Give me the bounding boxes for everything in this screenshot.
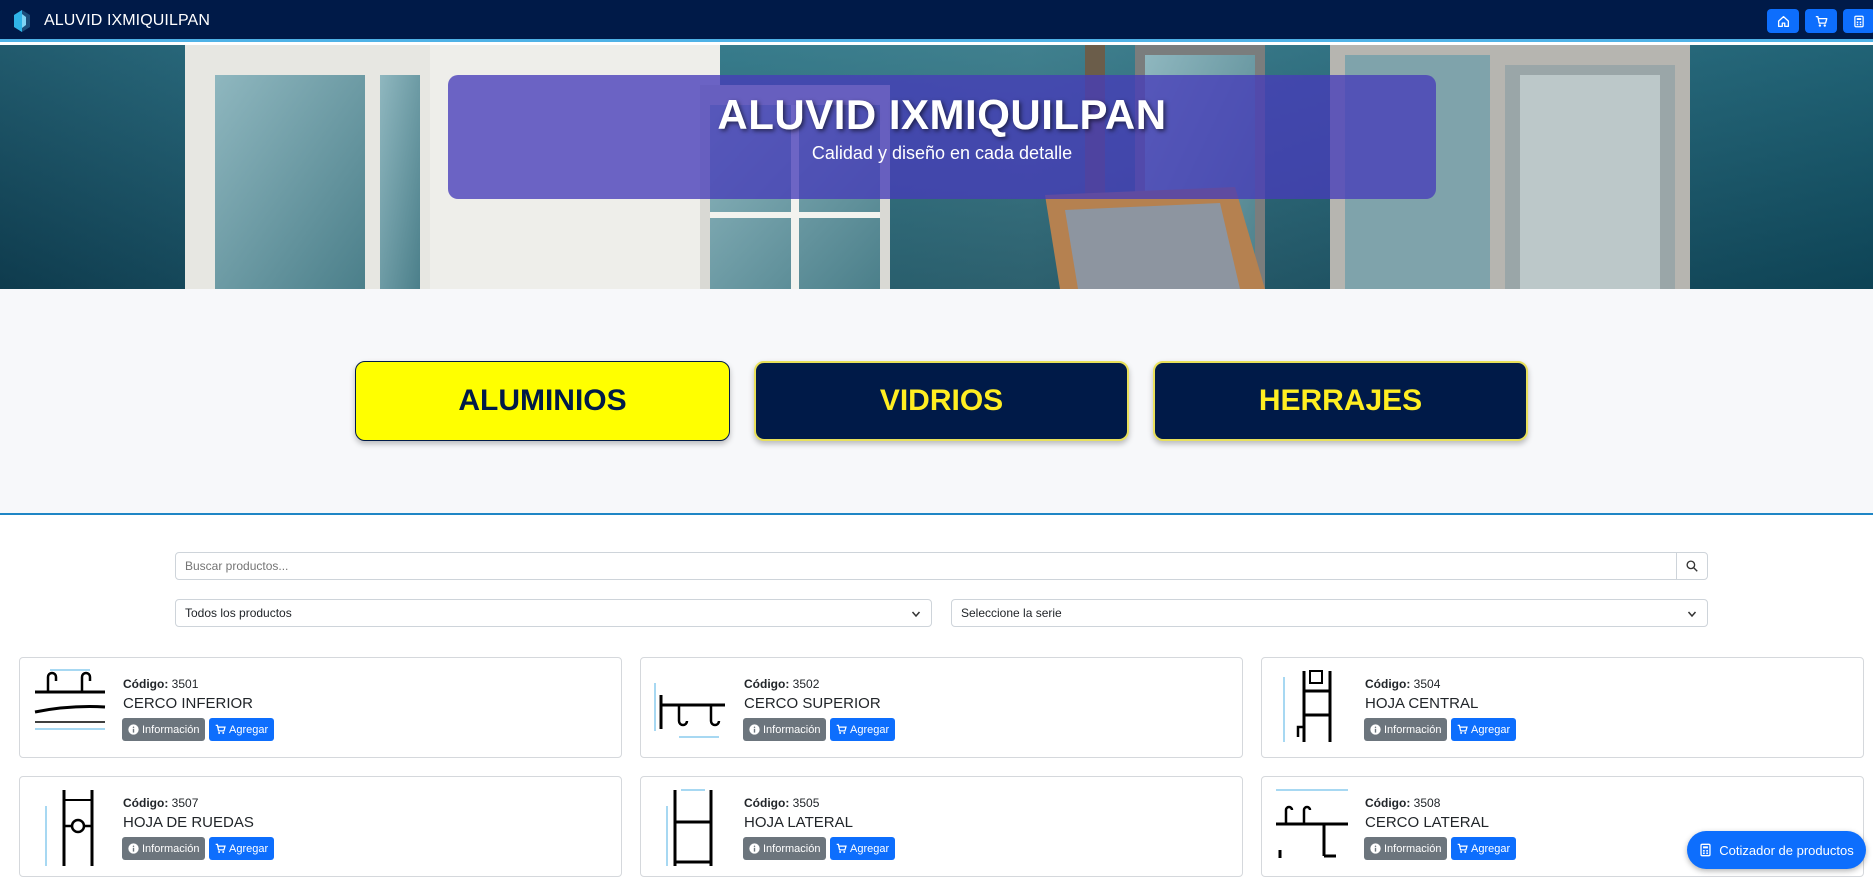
product-name: HOJA LATERAL bbox=[744, 814, 853, 831]
info-button[interactable]: Información bbox=[743, 837, 827, 860]
home-button[interactable] bbox=[1767, 9, 1799, 33]
info-icon bbox=[128, 843, 139, 854]
product-name: HOJA CENTRAL bbox=[1365, 695, 1479, 712]
product-code: Código: 3505 bbox=[744, 796, 820, 810]
product-code: Código: 3501 bbox=[123, 677, 199, 691]
add-to-cart-button[interactable]: Agregar bbox=[830, 718, 896, 741]
navbar: ALUVID IXMIQUILPAN bbox=[0, 0, 1873, 42]
product-card: Código: 3504 HOJA CENTRAL Información Ag… bbox=[1261, 657, 1864, 758]
info-button[interactable]: Información bbox=[1364, 718, 1448, 741]
search-button[interactable] bbox=[1676, 553, 1707, 579]
cart-button[interactable] bbox=[1805, 9, 1837, 33]
product-code: Código: 3507 bbox=[123, 796, 199, 810]
category-aluminios-button[interactable]: ALUMINIOS bbox=[355, 361, 730, 441]
chevron-down-icon bbox=[911, 611, 921, 618]
quoter-button[interactable]: Cotizador de productos bbox=[1687, 831, 1866, 869]
product-name: CERCO INFERIOR bbox=[123, 695, 254, 712]
cart-icon bbox=[836, 843, 847, 853]
category-vidrios-button[interactable]: VIDRIOS bbox=[754, 361, 1129, 441]
add-to-cart-button[interactable]: Agregar bbox=[830, 837, 896, 860]
product-card: Código: 3507 HOJA DE RUEDAS Información … bbox=[19, 776, 622, 877]
chevron-down-icon bbox=[1687, 611, 1697, 618]
profile-drawing-image bbox=[654, 683, 725, 738]
product-card: Código: 3501 CERCO INFERIOR Información … bbox=[19, 657, 622, 758]
house-icon bbox=[1777, 15, 1789, 27]
add-to-cart-button[interactable]: Agregar bbox=[209, 837, 275, 860]
profile-drawing-image bbox=[45, 790, 94, 866]
profile-drawing-image bbox=[1276, 789, 1348, 858]
brand-logo-icon bbox=[14, 10, 30, 32]
product-type-select-value: Todos los productos bbox=[185, 606, 292, 620]
info-icon bbox=[128, 724, 139, 735]
info-button[interactable]: Información bbox=[743, 718, 827, 741]
info-button[interactable]: Información bbox=[122, 837, 206, 860]
product-name: HOJA DE RUEDAS bbox=[123, 814, 254, 831]
add-to-cart-button[interactable]: Agregar bbox=[1451, 718, 1517, 741]
info-button[interactable]: Información bbox=[122, 718, 206, 741]
product-name: CERCO LATERAL bbox=[1365, 814, 1489, 831]
add-to-cart-button[interactable]: Agregar bbox=[209, 718, 275, 741]
cart-icon bbox=[836, 724, 847, 734]
product-code: Código: 3504 bbox=[1365, 677, 1441, 691]
calculator-icon bbox=[1854, 15, 1864, 27]
cart-icon bbox=[1457, 724, 1468, 734]
hero-subtitle: Calidad y diseño en cada detalle bbox=[811, 143, 1073, 163]
product-code: Código: 3508 bbox=[1365, 796, 1441, 810]
hero-title: ALUVID IXMIQUILPAN bbox=[717, 91, 1167, 138]
add-to-cart-button[interactable]: Agregar bbox=[1451, 837, 1517, 860]
info-button[interactable]: Información bbox=[1364, 837, 1448, 860]
product-card: Código: 3505 HOJA LATERAL Información Ag… bbox=[640, 776, 1243, 877]
cart-icon bbox=[1815, 15, 1827, 27]
profile-drawing-image bbox=[34, 669, 106, 730]
info-icon bbox=[1370, 843, 1381, 854]
series-select-value: Seleccione la serie bbox=[961, 606, 1062, 620]
product-code: Código: 3502 bbox=[744, 677, 820, 691]
brand-name: ALUVID IXMIQUILPAN bbox=[44, 12, 210, 29]
cart-icon bbox=[215, 724, 226, 734]
cart-icon bbox=[1457, 843, 1468, 853]
calculator-icon bbox=[1700, 843, 1711, 857]
product-type-select[interactable]: Todos los productos bbox=[175, 599, 932, 627]
brand[interactable]: ALUVID IXMIQUILPAN bbox=[10, 6, 210, 36]
hero-box: ALUVID IXMIQUILPAN Calidad y diseño en c… bbox=[448, 75, 1436, 199]
info-icon bbox=[749, 724, 760, 735]
profile-drawing-image bbox=[1283, 670, 1332, 742]
info-icon bbox=[749, 843, 760, 854]
category-herrajes-button[interactable]: HERRAJES bbox=[1153, 361, 1528, 441]
profile-drawing-image bbox=[666, 789, 713, 866]
hero-banner: ALUVID IXMIQUILPAN Calidad y diseño en c… bbox=[0, 45, 1873, 289]
quoter-button-label: Cotizador de productos bbox=[1719, 842, 1854, 858]
series-select[interactable]: Seleccione la serie bbox=[951, 599, 1708, 627]
product-card: Código: 3502 CERCO SUPERIOR Información … bbox=[640, 657, 1243, 758]
search-icon bbox=[1685, 560, 1698, 572]
search-input[interactable] bbox=[176, 553, 1677, 579]
cart-icon bbox=[215, 843, 226, 853]
category-section: ALUMINIOS VIDRIOS HERRAJES bbox=[0, 289, 1873, 515]
product-name: CERCO SUPERIOR bbox=[744, 695, 881, 712]
search-group bbox=[175, 552, 1708, 580]
calculator-button[interactable] bbox=[1843, 9, 1873, 33]
info-icon bbox=[1370, 724, 1381, 735]
